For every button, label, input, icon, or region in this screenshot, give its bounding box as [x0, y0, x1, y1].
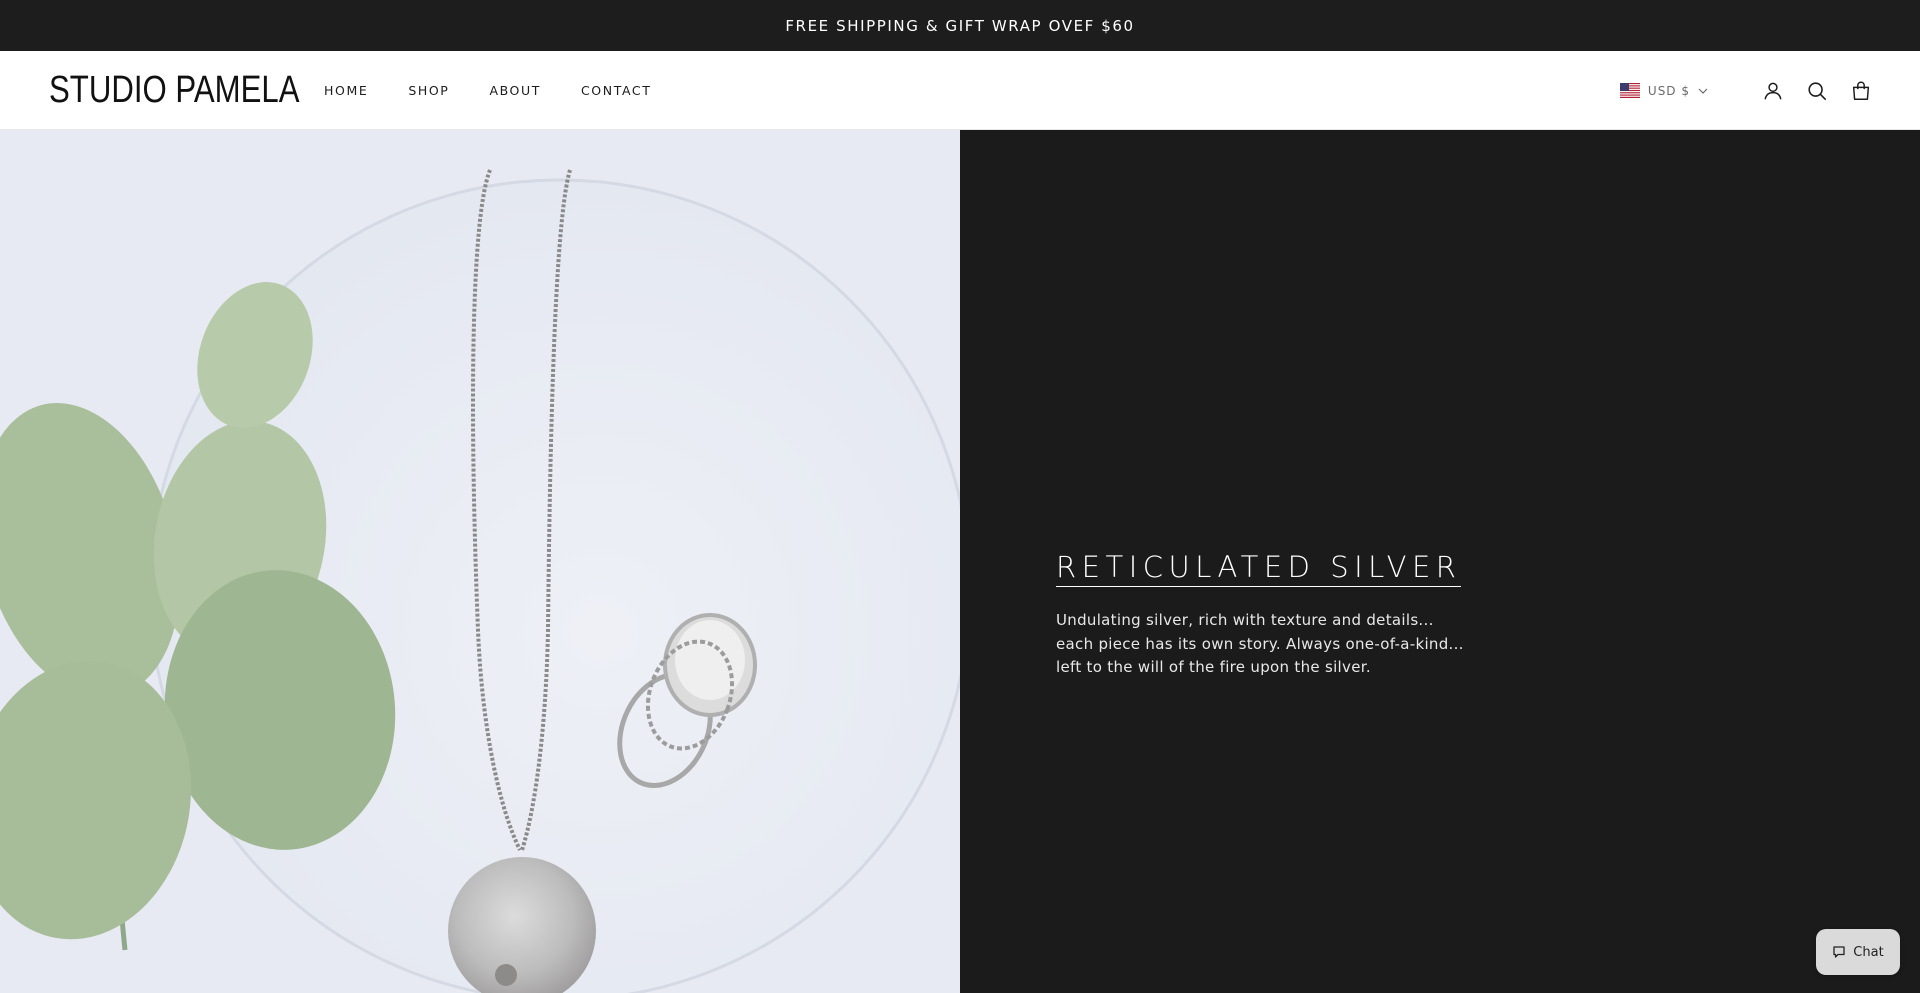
hero-text-block: RETICULATED SILVER Undulating silver, ri…: [1056, 550, 1476, 680]
main-nav: HOME SHOP ABOUT CONTACT: [324, 83, 691, 98]
site-logo[interactable]: STUDIO PAMELA: [49, 71, 299, 109]
nav-home[interactable]: HOME: [324, 83, 368, 98]
jewelry-photo: [0, 130, 960, 993]
chat-button[interactable]: Chat: [1816, 929, 1900, 975]
chevron-down-icon: [1698, 88, 1708, 94]
hero-section: RETICULATED SILVER Undulating silver, ri…: [0, 130, 1920, 993]
us-flag-icon: [1619, 83, 1640, 98]
chat-bubble-icon: [1833, 946, 1845, 958]
site-header: STUDIO PAMELA HOME SHOP ABOUT CONTACT US…: [0, 51, 1920, 130]
currency-label: USD $: [1647, 83, 1690, 98]
account-icon[interactable]: [1762, 80, 1784, 102]
hero-image: [0, 130, 960, 993]
announcement-bar: FREE SHIPPING & GIFT WRAP OVEF $60: [0, 0, 1920, 51]
header-actions: USD $: [1619, 51, 1872, 130]
search-icon[interactable]: [1806, 80, 1828, 102]
hero-title-link[interactable]: RETICULATED SILVER: [1056, 550, 1462, 587]
nav-contact[interactable]: CONTACT: [581, 83, 651, 98]
nav-about[interactable]: ABOUT: [489, 83, 541, 98]
announcement-text: FREE SHIPPING & GIFT WRAP OVEF $60: [785, 16, 1135, 35]
currency-selector[interactable]: USD $: [1619, 83, 1708, 98]
hero-description: Undulating silver, rich with texture and…: [1056, 611, 1464, 676]
chat-label: Chat: [1853, 944, 1884, 960]
nav-shop[interactable]: SHOP: [408, 83, 449, 98]
cart-icon[interactable]: [1850, 80, 1872, 102]
hero-content-panel: RETICULATED SILVER Undulating silver, ri…: [960, 130, 1920, 993]
